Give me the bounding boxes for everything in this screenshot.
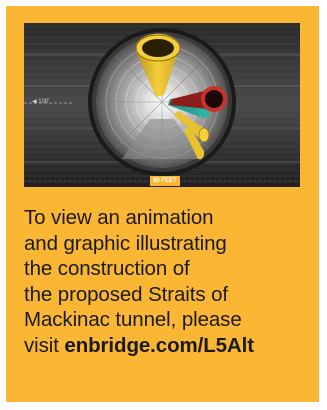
caption-line: the proposed Straits of <box>24 282 228 306</box>
tunnel-illustration: 90 FEET ◀ 100' <box>24 23 300 187</box>
caption-line: Mackinac tunnel, please <box>24 308 242 331</box>
caption-last-line: visit enbridge.com/L5Alt <box>24 333 314 359</box>
caption-line: and graphic illustrating <box>24 231 227 255</box>
tunnel-render <box>24 23 300 187</box>
caption-line: the construction of <box>24 257 190 280</box>
enbridge-link[interactable]: enbridge.com/L5Alt <box>64 334 254 357</box>
caption-line: To view an animation <box>24 206 214 229</box>
promo-card: 90 FEET ◀ 100' To view an animation and … <box>6 6 319 402</box>
side-measure-label: ◀ 100' <box>32 99 50 105</box>
caption-visit-prefix: visit <box>24 333 65 357</box>
caption-text: To view an animation and graphic illustr… <box>24 205 314 358</box>
depth-label-badge: 90 FEET <box>150 176 180 186</box>
